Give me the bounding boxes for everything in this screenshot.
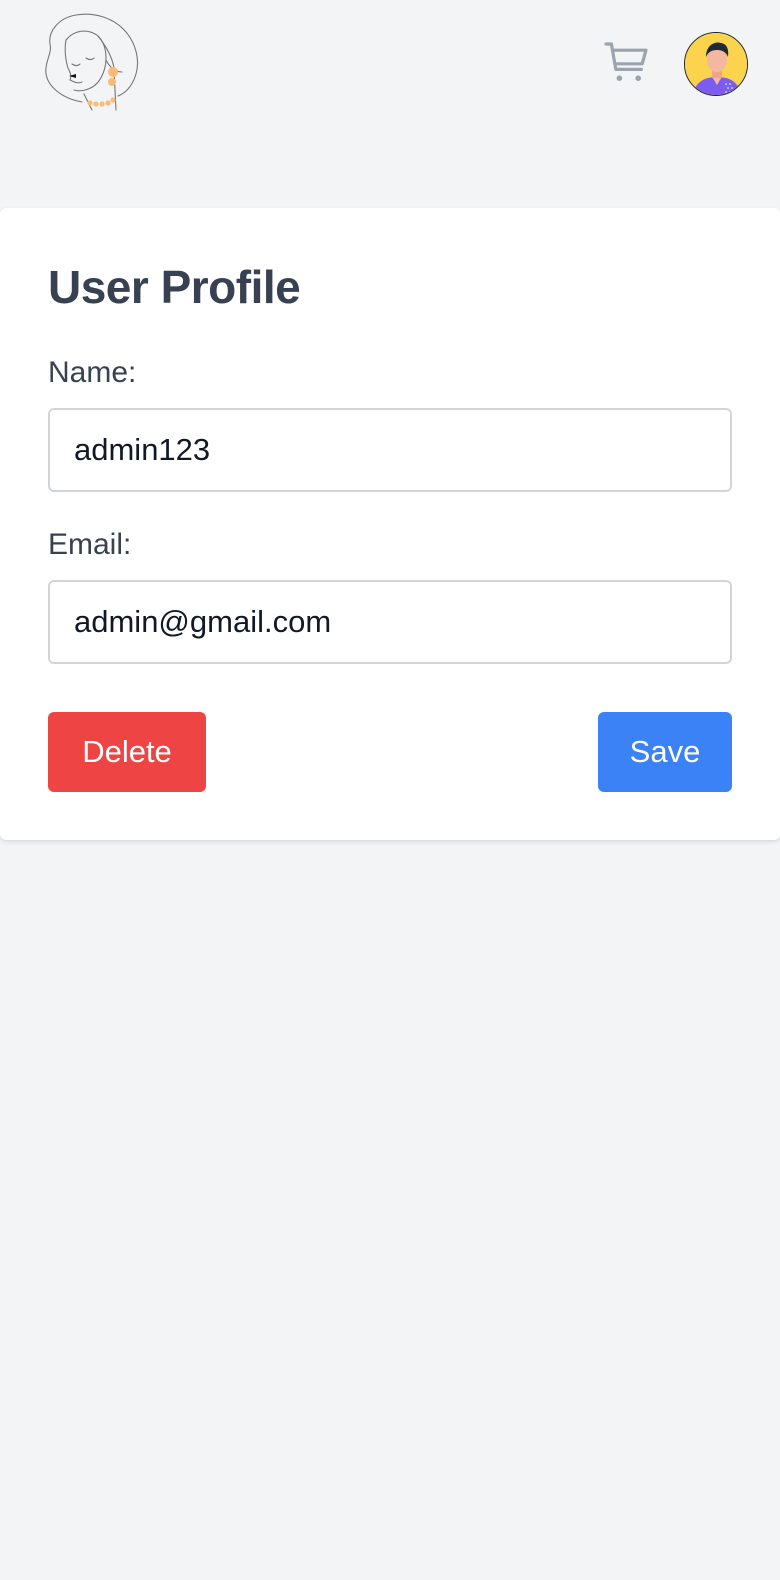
avatar[interactable] <box>684 32 748 96</box>
user-avatar-icon <box>685 33 747 95</box>
shopping-cart-icon <box>604 42 648 81</box>
logo[interactable] <box>40 10 144 114</box>
user-profile-card: User Profile Name: Email: Delete Save <box>0 208 780 840</box>
woman-line-art-logo-icon <box>45 13 139 111</box>
name-label: Name: <box>48 356 137 389</box>
delete-button[interactable]: Delete <box>48 712 206 792</box>
top-bar <box>0 0 780 130</box>
page-title: User Profile <box>48 261 301 313</box>
cart-button[interactable] <box>600 36 654 90</box>
email-label: Email: <box>48 528 132 561</box>
email-field[interactable] <box>48 580 732 664</box>
name-field[interactable] <box>48 408 732 492</box>
save-button[interactable]: Save <box>598 712 732 792</box>
